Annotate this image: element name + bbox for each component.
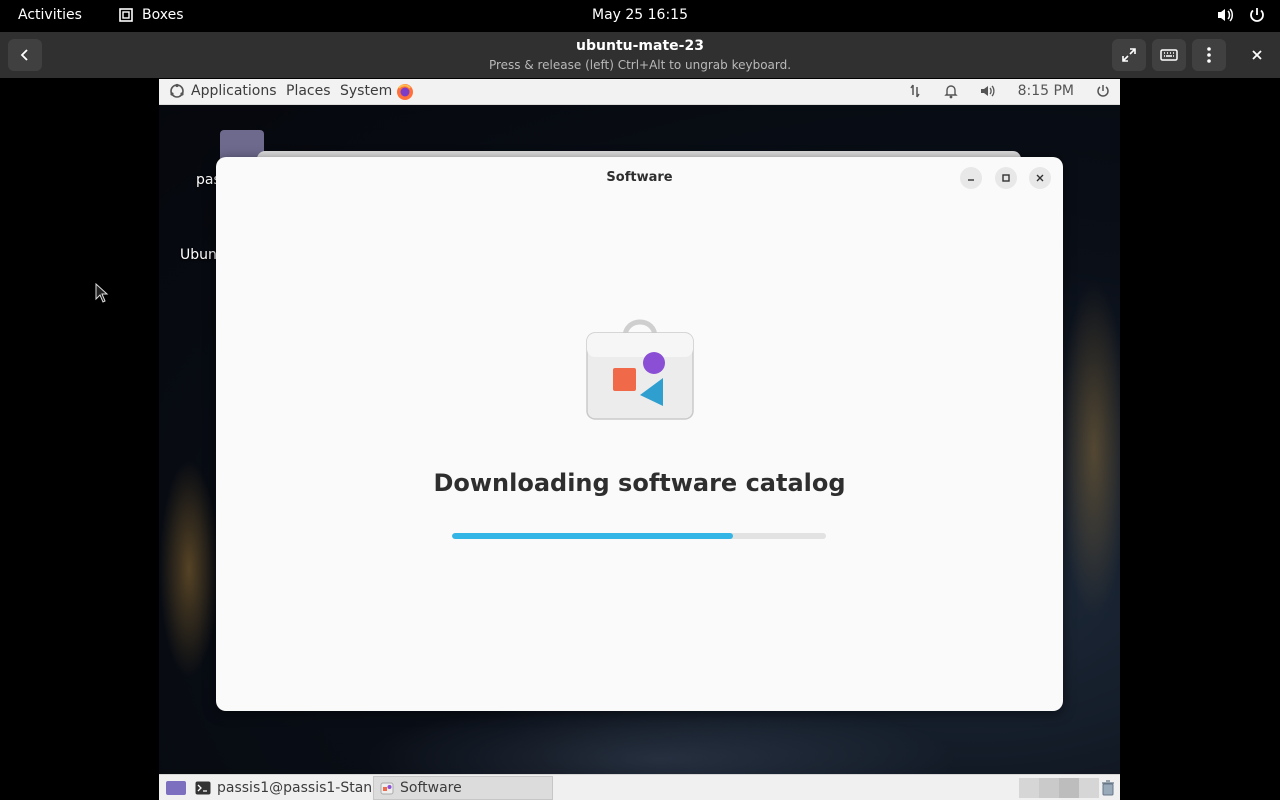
volume-icon[interactable] — [1216, 6, 1234, 24]
window-title: Software — [606, 170, 673, 185]
close-icon-window — [1036, 174, 1044, 182]
system-tray[interactable] — [1216, 6, 1266, 24]
firefox-icon[interactable] — [396, 83, 414, 101]
workspace-switcher-icon — [1019, 778, 1099, 798]
fullscreen-button[interactable] — [1112, 39, 1146, 71]
progress-bar — [452, 533, 826, 539]
vm-title: ubuntu-mate-23 — [576, 38, 704, 54]
minimize-button[interactable] — [960, 167, 982, 189]
minimize-icon — [968, 179, 974, 181]
software-small-icon — [380, 782, 394, 795]
taskbar-item-label: Software — [400, 780, 462, 796]
kebab-menu-icon — [1207, 47, 1211, 63]
taskbar-item-software[interactable]: Software — [373, 776, 553, 800]
volume-icon-vm[interactable] — [980, 83, 996, 99]
applications-menu[interactable]: Applications — [169, 83, 277, 99]
bell-icon[interactable] — [943, 83, 958, 99]
taskbar-item-terminal[interactable]: passis1@passis1-Stan... — [189, 776, 392, 800]
ubuntu-mate-logo-icon — [170, 83, 184, 98]
places-menu[interactable]: Places — [286, 83, 331, 99]
earth-lights — [159, 459, 219, 679]
vm-display[interactable]: Applications Places System 8:15 PM pas U… — [159, 79, 1120, 800]
mate-bottom-panel: passis1@passis1-Stan... Software — [159, 774, 1120, 800]
boxes-header-bar: ubuntu-mate-23 Press & release (left) Ct… — [0, 32, 1280, 78]
show-desktop-button[interactable] — [159, 776, 193, 800]
workspace-switcher[interactable] — [1013, 776, 1105, 800]
mate-tray: 8:15 PM — [908, 83, 1110, 99]
maximize-icon — [1002, 174, 1010, 182]
applications-label: Applications — [191, 83, 277, 99]
network-icon[interactable] — [908, 83, 922, 99]
desktop-icon — [166, 781, 186, 795]
terminal-icon — [195, 781, 211, 795]
keyboard-icon — [1160, 49, 1178, 61]
taskbar-item-label: passis1@passis1-Stan... — [217, 780, 386, 796]
clock[interactable]: May 25 16:15 — [0, 7, 1280, 23]
mate-top-panel: Applications Places System 8:15 PM — [159, 79, 1120, 105]
power-icon[interactable] — [1248, 6, 1266, 24]
status-heading: Downloading software catalog — [433, 469, 846, 497]
progress-fill — [452, 533, 733, 539]
power-icon-vm[interactable] — [1096, 84, 1110, 98]
gnome-top-bar: Activities Boxes May 25 16:15 — [0, 0, 1280, 32]
vm-clock[interactable]: 8:15 PM — [1018, 83, 1074, 99]
mouse-pointer-icon — [95, 283, 109, 303]
software-window: Software Downloading software catalog — [216, 157, 1063, 711]
system-menu[interactable]: System — [340, 83, 392, 99]
software-bag-icon — [586, 319, 694, 420]
menu-button[interactable] — [1192, 39, 1226, 71]
earth-lights-right — [1059, 279, 1120, 619]
window-close-button[interactable] — [1029, 167, 1051, 189]
trash-button[interactable] — [1095, 776, 1120, 800]
close-icon — [1252, 50, 1262, 60]
trash-icon — [1102, 780, 1114, 796]
keyboard-button[interactable] — [1152, 39, 1186, 71]
desktop-icon-label-ubuntu[interactable]: Ubun — [180, 247, 217, 263]
maximize-button[interactable] — [995, 167, 1017, 189]
fullscreen-icon — [1122, 48, 1136, 62]
vm-subtitle: Press & release (left) Ctrl+Alt to ungra… — [488, 58, 792, 72]
close-button[interactable] — [1240, 39, 1274, 71]
